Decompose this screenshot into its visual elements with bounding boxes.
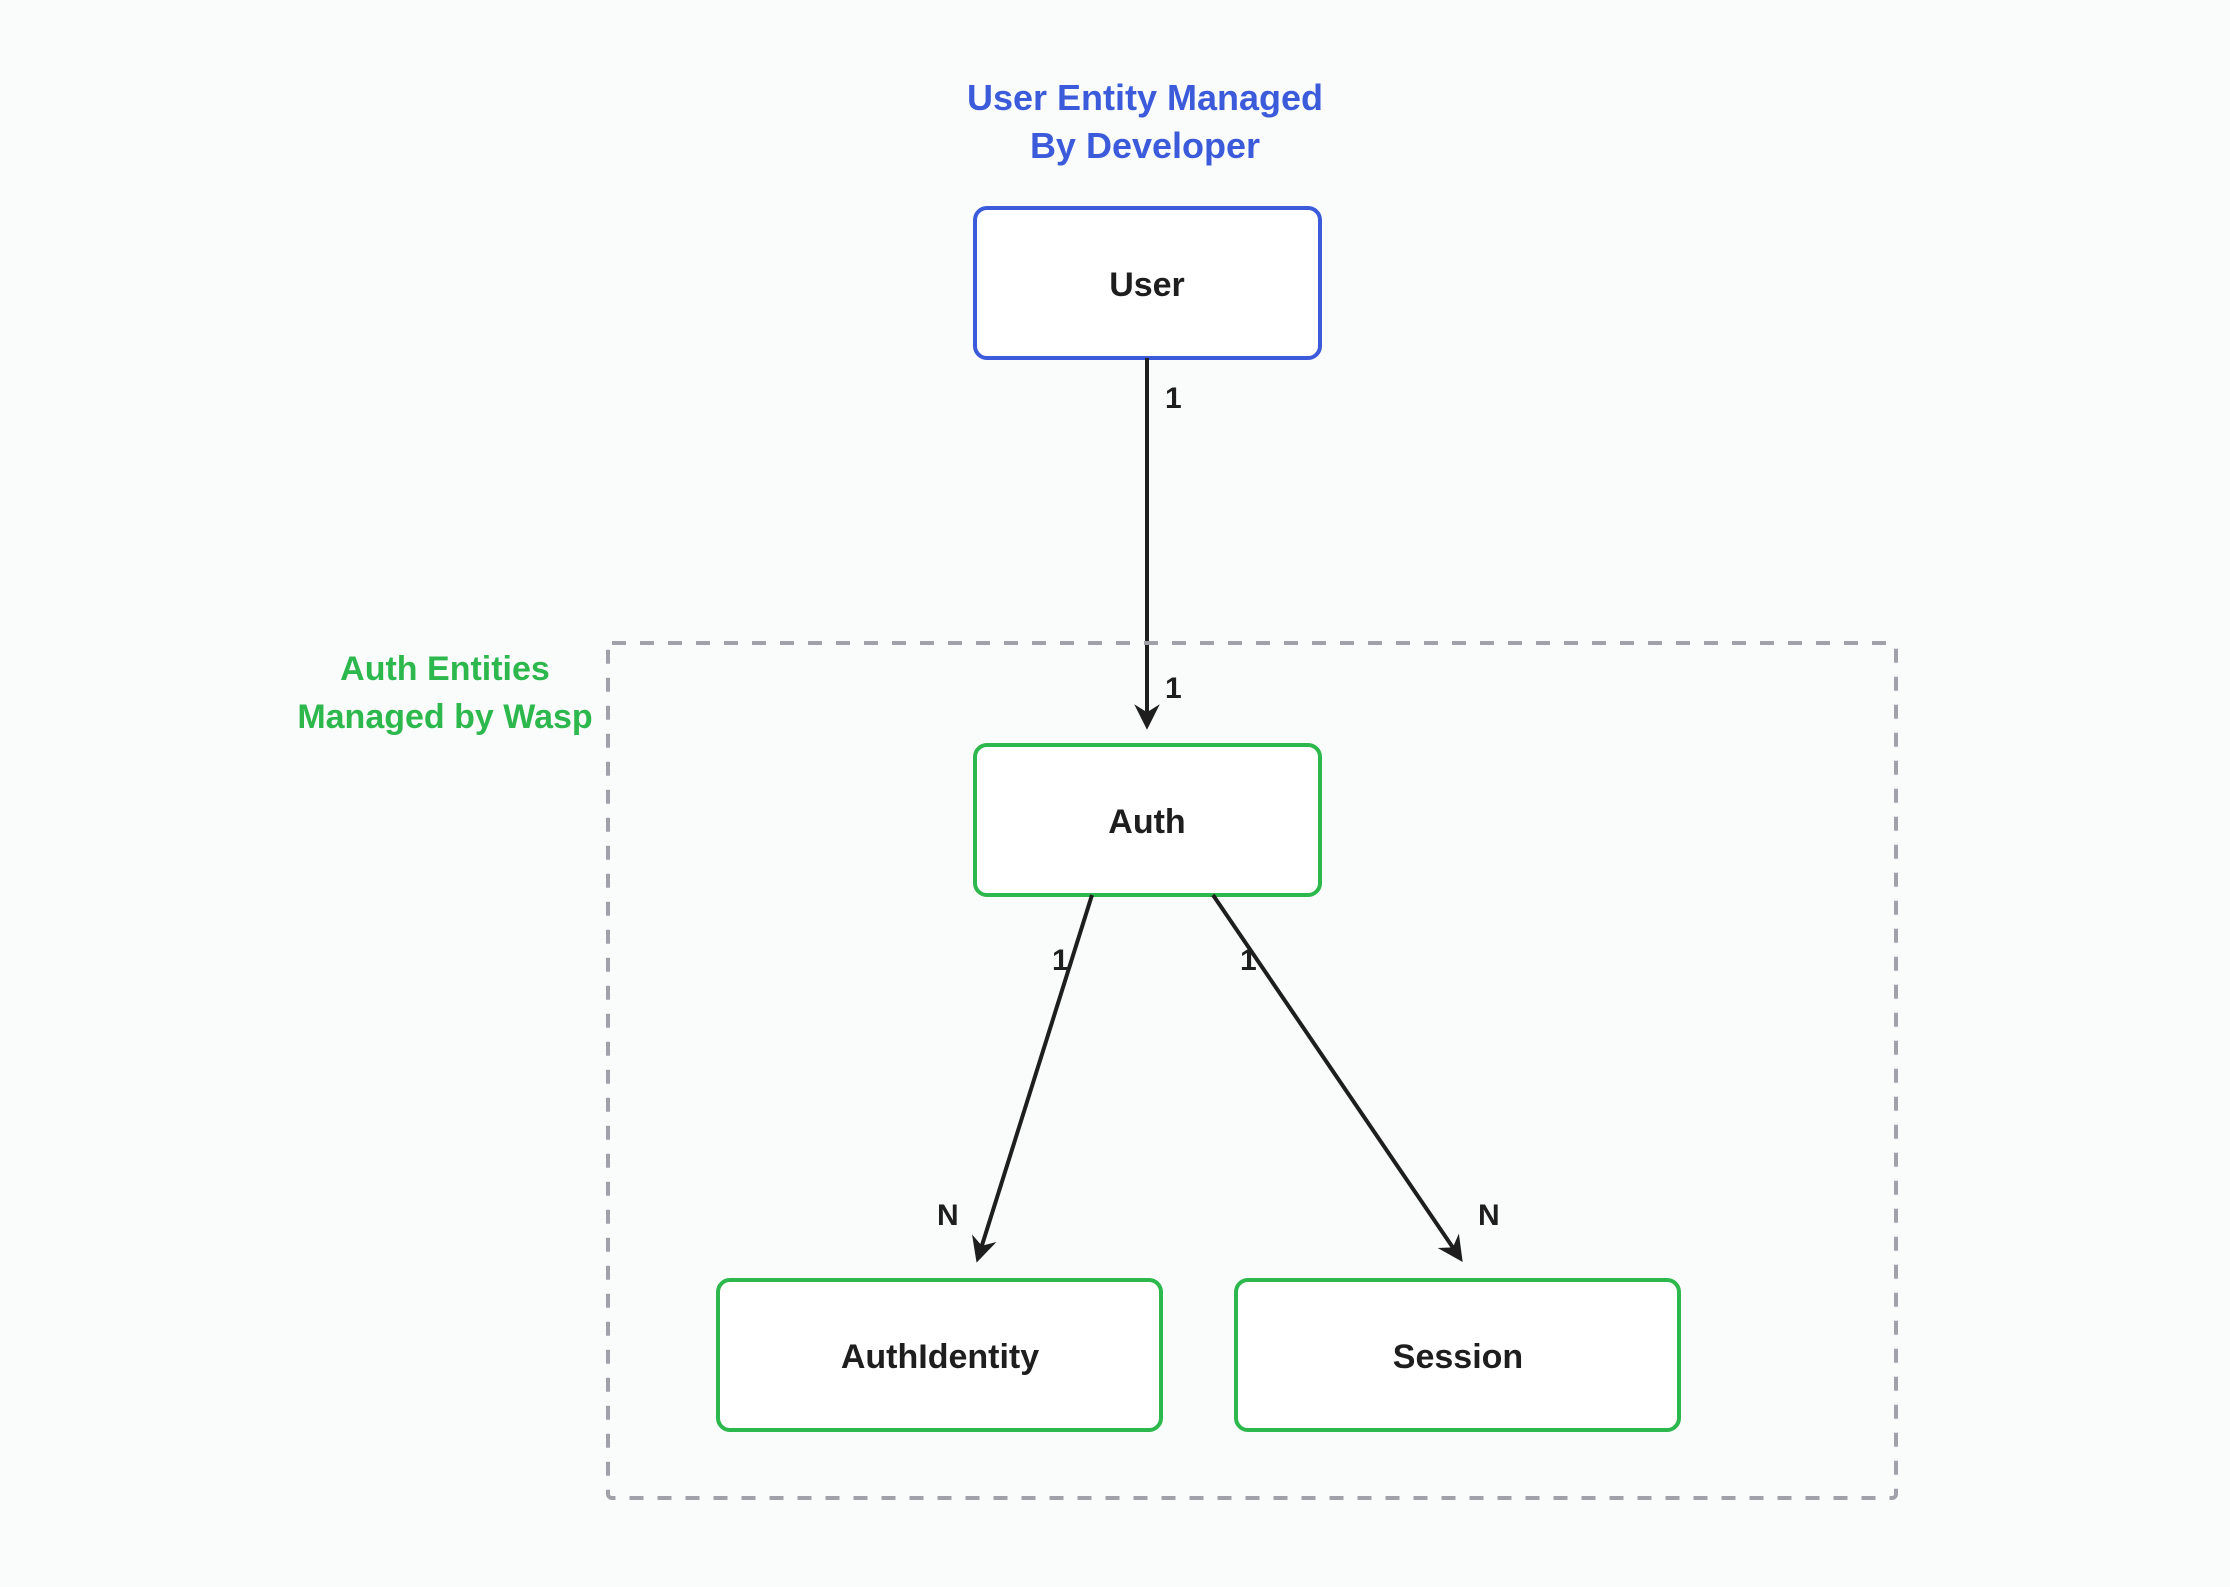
edge-auth-to-auth-identity: 1 N [937, 895, 1092, 1258]
header-title-line1: User Entity Managed [967, 77, 1323, 118]
entity-user: User [975, 208, 1320, 358]
edge-auth-to-session-card-to: N [1478, 1199, 1500, 1232]
auth-entities-group-label-line2: Managed by Wasp [297, 698, 592, 736]
edge-auth-to-session: 1 N [1213, 895, 1500, 1258]
entity-auth: Auth [975, 745, 1320, 895]
header-title-line2: By Developer [1030, 125, 1260, 166]
edge-auth-to-auth-identity-card-to: N [937, 1199, 959, 1232]
auth-entities-group-label-line1: Auth Entities [340, 650, 550, 688]
edge-auth-to-session-card-from: 1 [1240, 944, 1257, 977]
edge-auth-to-auth-identity-card-from: 1 [1052, 944, 1069, 977]
entity-auth-identity: AuthIdentity [718, 1280, 1161, 1430]
edge-user-to-auth-card-from: 1 [1165, 382, 1182, 415]
diagram-canvas: User Entity Managed By Developer User 1 … [0, 0, 2230, 1587]
edge-user-to-auth-card-to: 1 [1165, 672, 1182, 705]
entity-session: Session [1236, 1280, 1679, 1430]
entity-user-label: User [1109, 266, 1185, 304]
edge-user-to-auth: 1 1 [1147, 358, 1182, 725]
entity-auth-label: Auth [1108, 803, 1185, 841]
entity-auth-identity-label: AuthIdentity [841, 1338, 1039, 1376]
entity-session-label: Session [1393, 1338, 1523, 1376]
